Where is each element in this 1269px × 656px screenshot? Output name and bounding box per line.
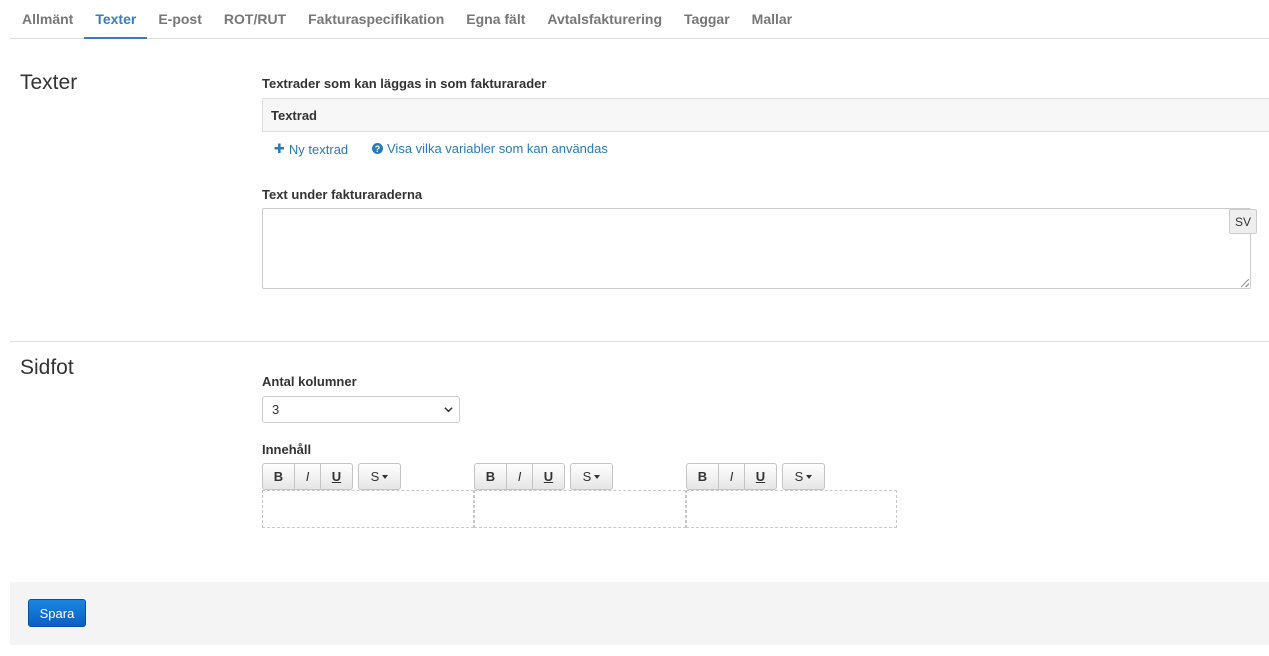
sidfot-section-title: Sidfot	[20, 356, 74, 379]
font-size-label: S	[794, 469, 804, 484]
caret-down-icon	[382, 474, 389, 479]
content-label: Innehåll	[262, 442, 312, 457]
editor-toolbar: B I U S	[686, 463, 825, 490]
editor-toolbar: B I U S	[262, 463, 401, 490]
font-size-dropdown[interactable]: S	[782, 463, 825, 490]
font-size-dropdown[interactable]: S	[358, 463, 401, 490]
chevron-down-icon	[444, 407, 453, 413]
bold-button[interactable]: B	[686, 463, 719, 490]
footer-editor-3: B I U S	[686, 463, 897, 528]
columns-select[interactable]: 3	[262, 396, 460, 423]
tab-fakturaspecifikation[interactable]: Fakturaspecifikation	[297, 0, 455, 38]
italic-button[interactable]: I	[719, 463, 745, 490]
caret-down-icon	[806, 474, 813, 479]
tab-allmant[interactable]: Allmänt	[11, 0, 84, 38]
underline-button[interactable]: U	[533, 463, 565, 490]
editor-toolbar: B I U S	[474, 463, 613, 490]
footer-editor-1: B I U S	[262, 463, 474, 528]
new-textrad-link[interactable]: ✚ Ny textrad	[274, 141, 348, 157]
section-divider	[10, 341, 1269, 342]
format-button-group: B I U	[686, 463, 777, 490]
plus-icon: ✚	[274, 141, 285, 156]
resize-grip-icon[interactable]	[1241, 279, 1249, 287]
font-size-dropdown[interactable]: S	[570, 463, 613, 490]
underline-button[interactable]: U	[745, 463, 777, 490]
tab-e-post[interactable]: E-post	[147, 0, 213, 38]
language-button[interactable]: SV	[1229, 209, 1257, 234]
show-variables-link[interactable]: ? Visa vilka variabler som kan användas	[372, 141, 608, 156]
tab-mallar[interactable]: Mallar	[741, 0, 803, 38]
format-button-group: B I U	[262, 463, 353, 490]
text-under-label: Text under fakturaraderna	[262, 187, 423, 202]
textrader-label: Textrader som kan läggas in som fakturar…	[262, 76, 547, 91]
font-size-label: S	[582, 469, 592, 484]
new-textrad-label: Ny textrad	[288, 141, 349, 157]
question-circle-icon: ?	[372, 143, 383, 154]
footer-editor-2: B I U S	[474, 463, 686, 528]
action-bar	[10, 582, 1269, 645]
footer-editor-area[interactable]	[474, 490, 686, 528]
text-under-textarea[interactable]	[262, 208, 1251, 289]
columns-label: Antal kolumner	[262, 374, 357, 389]
tab-egna-falt[interactable]: Egna fält	[455, 0, 536, 38]
tab-rot-rut[interactable]: ROT/RUT	[213, 0, 297, 38]
textrad-column-header: Textrad	[271, 107, 317, 123]
bold-button[interactable]: B	[262, 463, 295, 490]
underline-button[interactable]: U	[321, 463, 353, 490]
bold-button[interactable]: B	[474, 463, 507, 490]
font-size-label: S	[370, 469, 380, 484]
columns-select-value: 3	[272, 402, 280, 417]
texter-section-title: Texter	[20, 71, 78, 94]
footer-editor-area[interactable]	[262, 490, 474, 528]
tab-texter[interactable]: Texter	[84, 0, 148, 39]
save-button[interactable]: Spara	[28, 599, 86, 627]
tab-taggar[interactable]: Taggar	[673, 0, 741, 38]
textrad-table-header: Textrad	[262, 98, 1269, 132]
tab-bar: Allmänt Texter E-post ROT/RUT Fakturaspe…	[10, 0, 1269, 39]
format-button-group: B I U	[474, 463, 565, 490]
footer-editor-area[interactable]	[686, 490, 897, 528]
italic-button[interactable]: I	[507, 463, 533, 490]
tab-avtalsfakturering[interactable]: Avtalsfakturering	[536, 0, 673, 38]
show-variables-label: Visa vilka variabler som kan användas	[387, 141, 608, 156]
caret-down-icon	[594, 474, 601, 479]
italic-button[interactable]: I	[295, 463, 321, 490]
